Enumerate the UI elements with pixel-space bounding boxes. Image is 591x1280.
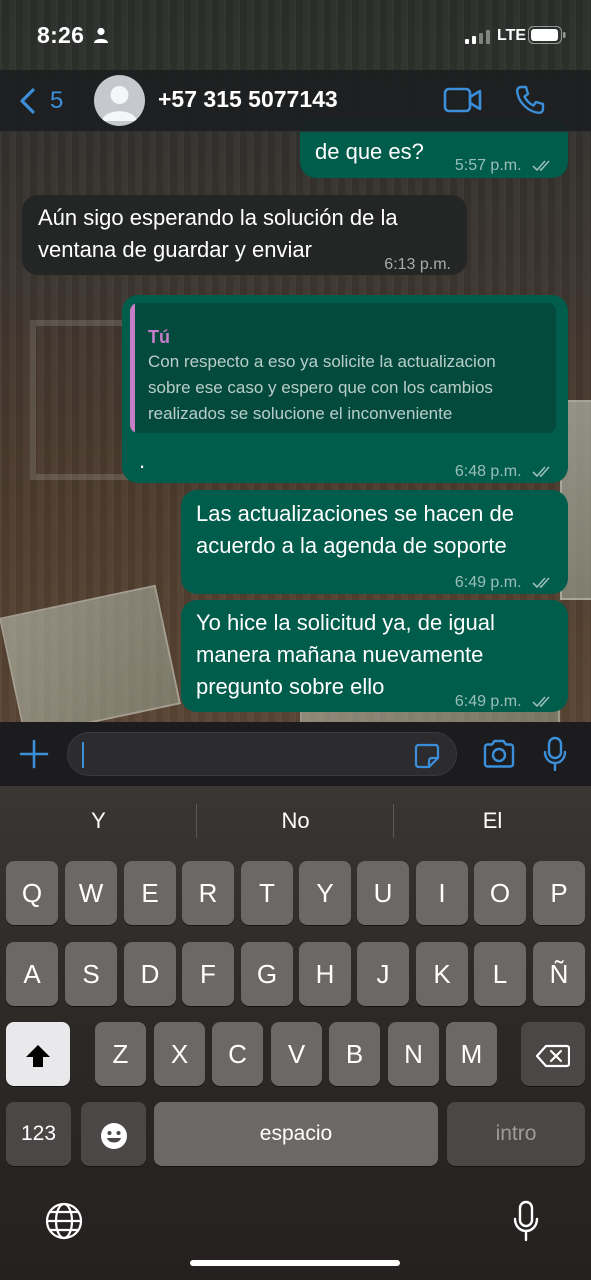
key[interactable]: J [357,942,409,1006]
message-text-line: Aún sigo esperando la solución de la [38,205,398,230]
key[interactable]: K [416,942,468,1006]
key[interactable]: M [446,1022,497,1086]
message-bubble-outgoing[interactable]: Yo hice la solicitud ya, de igual manera… [181,600,568,712]
quote-text-line: Con respecto a eso ya solicite la actual… [148,352,496,371]
message-text: de que es? [315,139,424,164]
message-text-line: Las actualizaciones se hacen de [196,501,514,526]
status-bar: 8:26 LTE [0,0,591,70]
emoji-key[interactable] [81,1102,146,1166]
default-avatar-icon [102,86,137,121]
key[interactable]: X [154,1022,205,1086]
key[interactable]: Ñ [533,942,585,1006]
key[interactable]: S [65,942,117,1006]
message-meta: 6:49 p.m. [455,686,554,718]
message-bubble-incoming[interactable]: Aún sigo esperando la solución de la ven… [22,195,467,275]
microphone-icon[interactable] [543,736,567,772]
back-chevron-icon[interactable] [17,87,37,115]
key[interactable]: O [474,861,526,925]
key[interactable]: E [124,861,176,925]
message-time: 6:48 p.m. [454,463,522,480]
message-meta: 6:49 p.m. [455,567,554,599]
key[interactable]: N [388,1022,439,1086]
read-receipt-icon [532,577,550,588]
key[interactable]: V [271,1022,322,1086]
key[interactable]: D [124,942,176,1006]
message-input[interactable] [67,732,457,776]
person-icon [94,27,108,43]
suggestion-item[interactable]: El [394,808,591,834]
unread-count[interactable]: 5 [50,87,63,115]
home-indicator [190,1260,400,1266]
message-time: 6:49 p.m. [454,574,522,591]
chat-header: 5 +57 315 5077143 [0,70,591,132]
key[interactable]: R [182,861,234,925]
plus-icon[interactable] [19,739,49,769]
key[interactable]: T [241,861,293,925]
sticker-icon[interactable] [414,743,440,769]
delete-key[interactable] [521,1022,585,1086]
message-time: 6:49 p.m. [454,693,522,710]
key[interactable]: U [357,861,409,925]
message-text-line: pregunto sobre ello [196,674,385,699]
backspace-icon [535,1045,571,1068]
key[interactable]: I [416,861,468,925]
quote-text-line: realizados se solucione el inconveniente [148,404,453,423]
text-caret [82,742,84,768]
quoted-message[interactable]: Tú Con respecto a eso ya solicite la act… [130,303,556,433]
message-bubble-outgoing[interactable]: Tú Con respecto a eso ya solicite la act… [122,295,568,483]
avatar[interactable] [94,75,145,126]
message-text-line: ventana de guardar y enviar [38,237,312,262]
key[interactable]: Z [95,1022,146,1086]
message-text: . [139,448,146,473]
key[interactable]: G [241,942,293,1006]
message-time: 5:57 p.m. [454,157,522,174]
numbers-key[interactable]: 123 [6,1102,71,1166]
read-receipt-icon [532,160,550,171]
camera-icon[interactable] [482,739,516,769]
key[interactable]: L [474,942,526,1006]
key[interactable]: F [182,942,234,1006]
keyboard: Y No El Q W E R T Y U I O P A S D F G H … [0,786,591,1280]
dictation-microphone-icon[interactable] [512,1200,540,1242]
key[interactable]: W [65,861,117,925]
message-time: 6:13 p.m. [384,256,451,273]
key[interactable]: P [533,861,585,925]
quote-accent-bar [130,303,135,433]
battery-icon [528,26,566,44]
key[interactable]: C [212,1022,263,1086]
shift-key[interactable] [6,1022,70,1086]
suggestion-item[interactable]: Y [0,808,197,834]
key[interactable]: A [6,942,58,1006]
key[interactable]: B [329,1022,380,1086]
video-call-icon[interactable] [443,86,483,114]
message-bubble-outgoing[interactable]: Las actualizaciones se hacen de acuerdo … [181,490,568,594]
return-key[interactable]: intro [447,1102,585,1166]
phone-call-icon[interactable] [514,84,546,116]
message-composer [0,722,591,786]
network-type: LTE [497,27,527,44]
message-text-line: acuerdo a la agenda de soporte [196,533,507,558]
message-text-line: Yo hice la solicitud ya, de igual [196,610,495,635]
emoji-icon [100,1123,127,1150]
message-text-line: manera mañana nuevamente [196,642,484,667]
suggestion-item[interactable]: No [197,808,394,834]
globe-icon[interactable] [45,1202,83,1240]
shift-icon [26,1045,50,1068]
space-key[interactable]: espacio [154,1102,438,1166]
quote-text: Con respecto a eso ya solicite la actual… [148,349,548,427]
key[interactable]: Y [299,861,351,925]
quote-text-line: sobre ese caso y espero que con los camb… [148,378,493,397]
read-receipt-icon [532,696,550,707]
signal-icon [465,30,490,44]
contact-name[interactable]: +57 315 5077143 [158,86,338,113]
wallpaper-banknote [0,584,181,738]
message-meta: 6:48 p.m. [455,456,554,488]
status-time: 8:26 [37,22,85,48]
key[interactable]: H [299,942,351,1006]
message-meta: 5:57 p.m. [455,150,554,182]
key[interactable]: Q [6,861,58,925]
read-receipt-icon [532,466,550,477]
